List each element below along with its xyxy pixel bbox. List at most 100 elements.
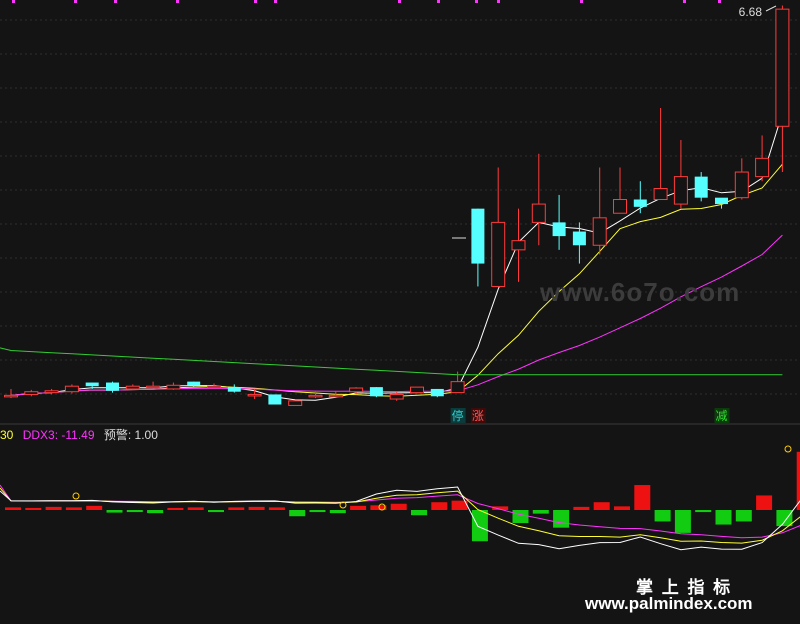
top-tick-mark: [683, 0, 686, 3]
indicator-bar: [593, 502, 610, 510]
indicator-bar: [350, 505, 367, 510]
top-tick-mark: [718, 0, 721, 3]
candle-body: [64, 385, 79, 393]
indicator-bar: [309, 510, 326, 513]
chart-canvas: 停涨 减: [0, 0, 800, 551]
indicator-bar: [329, 510, 346, 514]
indicator-bar: [228, 507, 245, 510]
top-tick-mark: [475, 0, 478, 3]
candle-body: [389, 393, 404, 400]
indicator-bar: [573, 506, 590, 510]
indicator-bar: [756, 495, 773, 510]
top-tick-mark: [176, 0, 179, 3]
indicator-bar: [674, 510, 691, 533]
candle-body: [146, 385, 161, 389]
candle-body: [552, 222, 566, 237]
stock-chart: 停涨 减 6.68 www.6o7o.com 30 DDX3: -11.49 预警…: [0, 0, 800, 624]
candle-body: [268, 394, 282, 405]
indicator-bar: [553, 510, 570, 528]
candle-body: [410, 386, 424, 394]
candle-body: [755, 157, 770, 178]
signal-tag-0: 停: [452, 408, 464, 423]
candle-body: [572, 231, 586, 246]
top-tick-mark: [437, 0, 440, 3]
indicator-bar: [5, 507, 21, 510]
top-tick-mark: [398, 0, 401, 3]
candle-body: [633, 199, 647, 207]
indicator-bar: [695, 510, 712, 513]
top-tick-mark: [254, 0, 257, 3]
top-tick-mark: [12, 0, 15, 3]
candle-body: [775, 8, 790, 127]
indicator-bar: [614, 506, 630, 510]
candle-body: [511, 240, 526, 251]
top-tick-mark: [497, 0, 500, 3]
candle-body: [715, 197, 728, 205]
signal-tag-1: 涨: [472, 408, 484, 423]
candle-body: [430, 388, 444, 397]
candle-body: [673, 176, 688, 205]
indicator-bar: [65, 507, 82, 510]
candle-body: [24, 391, 39, 395]
candle-body: [247, 393, 262, 397]
indicator-header: 30 DDX3: -11.49 预警: 1.00: [0, 426, 158, 443]
indicator-bar: [268, 507, 285, 510]
candle-body: [471, 208, 485, 264]
indicator-bar: [411, 510, 427, 516]
top-tick-mark: [274, 0, 277, 3]
candle-body: [227, 387, 241, 392]
indicator-bar: [512, 510, 529, 523]
candle-body: [288, 400, 303, 406]
candle-body: [531, 203, 546, 223]
indicator-bar: [735, 510, 752, 522]
price-pointer: [765, 5, 777, 12]
indicator-bar: [654, 510, 671, 522]
indicator-bar: [45, 506, 62, 510]
signal-dot: [72, 492, 80, 500]
indicator-bar: [248, 506, 265, 510]
signal-tag-2: 减: [715, 409, 727, 423]
candle-body: [125, 385, 140, 390]
top-tick-mark: [74, 0, 77, 3]
indicator-bar: [86, 505, 103, 510]
ma-line-4: [0, 347, 783, 376]
candle-body: [85, 382, 99, 387]
indicator-bar: [431, 502, 448, 510]
candle-body: [328, 394, 343, 398]
indicator-bar: [167, 507, 184, 510]
candle-body: [4, 394, 18, 398]
candle-body: [491, 221, 506, 287]
candle-body: [613, 199, 627, 214]
indicator-bar: [776, 510, 793, 527]
indicator-bar: [208, 510, 224, 513]
indicator-bar: [634, 485, 651, 510]
candle-body: [207, 385, 221, 389]
indicator-bar: [532, 510, 549, 514]
top-tick-mark: [114, 0, 117, 3]
header-period: 30: [0, 428, 14, 442]
indicator-bar: [289, 510, 306, 517]
candle-body: [694, 176, 708, 198]
candle-body: [187, 381, 201, 386]
price-label: 6.68: [738, 5, 762, 19]
indicator-bar: [715, 510, 732, 525]
top-tick-mark: [580, 0, 583, 3]
candle-body: [592, 217, 607, 246]
indicator-bar: [390, 503, 407, 510]
candle-body: [653, 188, 668, 201]
indicator-bar: [471, 510, 488, 542]
candle-body: [450, 381, 465, 394]
indicator-bar: [187, 507, 204, 510]
candle-body: [308, 394, 323, 398]
header-ddx3: DDX3: -11.49: [22, 428, 95, 442]
indicator-bar: [25, 507, 42, 510]
candle-body: [106, 382, 119, 391]
indicator-bar: [147, 510, 164, 514]
signal-dot: [784, 445, 792, 453]
brand-url: www.palmindex.com: [585, 594, 753, 613]
header-warning: 预警: 1.00: [103, 428, 158, 442]
indicator-bar: [106, 510, 123, 513]
candle-body: [166, 384, 181, 390]
indicator-bar: [126, 510, 143, 513]
watermark: www.6o7o.com: [540, 277, 741, 307]
